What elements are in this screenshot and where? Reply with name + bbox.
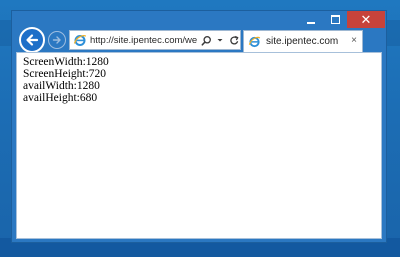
tab-title: site.ipentec.com xyxy=(266,36,339,47)
tab-close-icon[interactable]: × xyxy=(351,36,357,46)
avail-width-text: availWidth:1280 xyxy=(23,80,100,92)
back-button[interactable] xyxy=(19,27,45,53)
address-input[interactable]: http://site.ipentec.com/we xyxy=(90,35,198,46)
forward-button[interactable] xyxy=(48,31,66,49)
address-tools xyxy=(200,34,240,46)
caption-buttons: ✕ xyxy=(299,11,385,28)
forward-arrow-icon xyxy=(52,36,61,44)
close-icon: ✕ xyxy=(360,12,372,27)
avail-height-text: availHeight:680 xyxy=(23,92,98,104)
minimize-icon xyxy=(307,21,315,24)
address-bar[interactable]: http://site.ipentec.com/we xyxy=(69,30,241,50)
back-arrow-icon xyxy=(26,34,39,46)
tab-site-ipentec[interactable]: site.ipentec.com × xyxy=(243,30,363,52)
dropdown-arrow-icon[interactable] xyxy=(214,34,226,46)
close-button[interactable]: ✕ xyxy=(347,11,385,28)
page-content: ScreenWidth:1280 ScreenHeight:720 availW… xyxy=(16,52,382,239)
search-icon[interactable] xyxy=(200,34,212,46)
browser-window: ✕ http://site.ipentec.com/we site.ipente… xyxy=(11,10,387,243)
tab-ie-logo-icon xyxy=(248,36,261,48)
ie-logo-icon xyxy=(73,35,87,46)
refresh-icon[interactable] xyxy=(228,34,240,46)
maximize-icon xyxy=(330,15,340,24)
screen-height-text: ScreenHeight:720 xyxy=(23,68,107,80)
minimize-button[interactable] xyxy=(299,11,323,28)
screen-width-text: ScreenWidth:1280 xyxy=(23,56,109,68)
maximize-button[interactable] xyxy=(323,11,347,28)
